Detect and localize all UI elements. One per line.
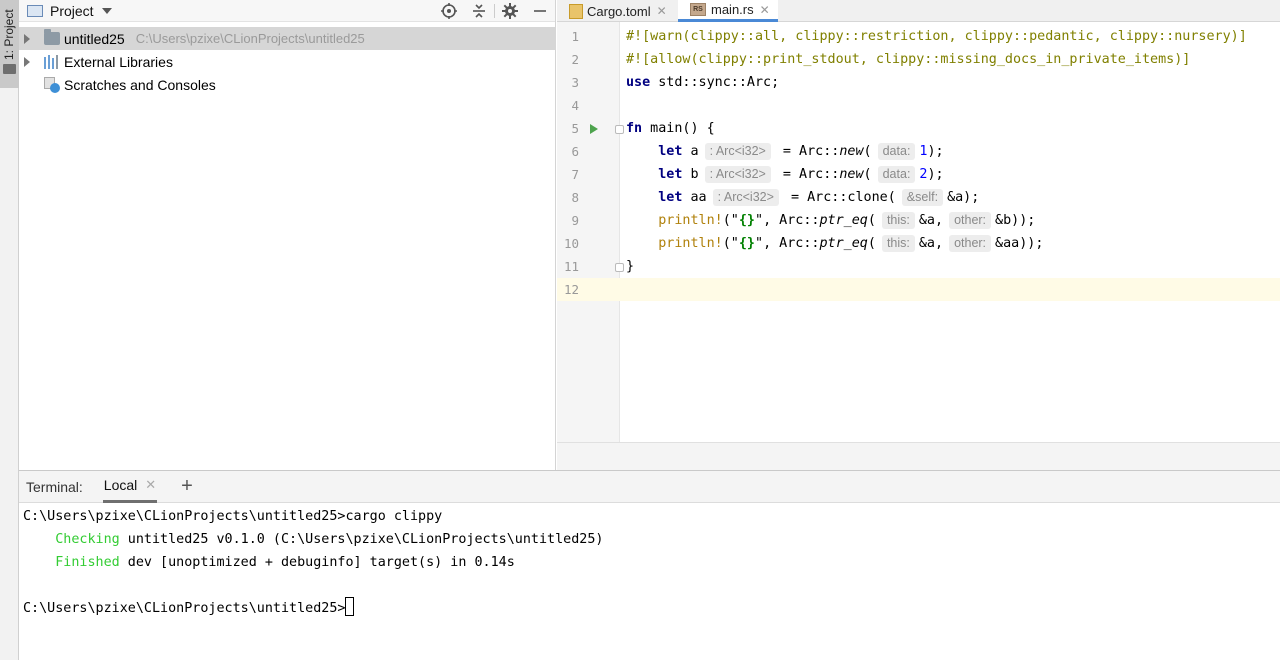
tab-label: Local [103, 477, 138, 493]
project-panel-toolbar [434, 0, 555, 22]
line-number: 12 [563, 282, 579, 297]
project-view-icon [27, 4, 43, 17]
terminal-panel: Terminal: Local ✕ + C:\Users\pzixe\CLion… [19, 470, 1280, 660]
param-hint: other: [949, 235, 992, 252]
line-number: 3 [571, 75, 579, 90]
line-number: 11 [563, 259, 579, 274]
line-number: 4 [571, 98, 579, 113]
project-panel-header: Project [19, 0, 555, 22]
toml-file-icon [569, 3, 583, 19]
tab-main-rs[interactable]: RS main.rs ✕ [678, 0, 778, 22]
project-tool-tab-label: 1: Project [2, 9, 16, 60]
editor-tab-bar: Cargo.toml ✕ RS main.rs ✕ [557, 0, 1280, 22]
code-line-3: use std::sync::Arc; [626, 75, 780, 90]
line-number: 2 [571, 52, 579, 67]
editor-breadcrumb-bar [557, 442, 1280, 470]
folder-icon [3, 64, 16, 74]
code-line-6: let a: Arc<i32> = Arc::new(data: 1); [658, 143, 944, 160]
project-tool-tab[interactable]: 1: Project [0, 0, 19, 88]
tree-item-scratches[interactable]: Scratches and Consoles [19, 73, 556, 96]
code-line-10: println!("{}", Arc::ptr_eq(this: &a, other… [658, 235, 1044, 252]
line-number: 10 [563, 236, 579, 251]
type-hint: : Arc<i32> [712, 189, 779, 206]
tree-item-label: Scratches and Consoles [64, 76, 216, 93]
expand-arrow-icon[interactable] [24, 33, 30, 44]
line-number: 7 [571, 167, 579, 182]
type-hint: : Arc<i32> [704, 143, 771, 160]
collapse-icon [473, 3, 485, 18]
code-line-8: let aa: Arc<i32> = Arc::clone(&self: &a); [658, 189, 980, 206]
scratches-icon [44, 76, 60, 93]
folder-icon [44, 29, 60, 45]
tree-item-label: External Libraries [64, 53, 173, 70]
line-number: 6 [571, 144, 579, 159]
code-line-7: let b: Arc<i32> = Arc::new(data: 2); [658, 166, 944, 183]
tree-item-untitled25[interactable]: untitled25 C:\Users\pzixe\CLionProjects\… [19, 27, 556, 50]
rust-file-icon: RS [690, 3, 706, 16]
code-line-11: } [626, 259, 635, 274]
param-hint: other: [949, 212, 992, 229]
terminal-output[interactable]: C:\Users\pzixe\CLionProjects\untitled25>… [23, 505, 603, 620]
crosshair-icon [441, 2, 457, 19]
code-line-12 [620, 278, 1280, 301]
library-icon [44, 54, 60, 69]
line-number: 8 [571, 190, 579, 205]
tree-item-label: untitled25 [64, 30, 125, 47]
code-line-2: #![allow(clippy::print_stdout, clippy::m… [626, 52, 1191, 67]
project-path: C:\Users\pzixe\CLionProjects\untitled25 [135, 31, 365, 46]
param-hint: data: [877, 143, 916, 160]
tab-label: Cargo.toml [587, 3, 651, 19]
settings-button[interactable] [495, 0, 525, 22]
terminal-line: Checking untitled25 v0.1.0 (C:\Users\pzi… [55, 532, 604, 547]
terminal-line: Finished dev [unoptimized + debuginfo] t… [55, 555, 515, 570]
param-hint: this: [881, 212, 915, 229]
line-number: 9 [571, 213, 579, 228]
close-icon[interactable]: ✕ [145, 477, 156, 493]
tab-cargo-toml[interactable]: Cargo.toml ✕ [557, 0, 675, 22]
param-hint: data: [877, 166, 916, 183]
line-number-gutter[interactable]: 1 2 3 4 5 6 7 8 9 10 11 12 [557, 22, 624, 442]
param-hint: this: [881, 235, 915, 252]
close-icon[interactable]: ✕ [657, 4, 667, 18]
terminal-prompt-line[interactable]: C:\Users\pzixe\CLionProjects\untitled25> [23, 597, 603, 620]
type-hint: : Arc<i32> [704, 166, 771, 183]
terminal-title: Terminal: [26, 478, 83, 495]
code-editor[interactable]: #![warn(clippy::all, clippy::restriction… [620, 22, 1280, 442]
tab-local[interactable]: Local ✕ [102, 471, 158, 503]
tree-item-external-libraries[interactable]: External Libraries [19, 50, 556, 73]
project-view-selector[interactable]: Project [50, 3, 94, 19]
editor-area: Cargo.toml ✕ RS main.rs ✕ 1 2 3 4 5 6 7 … [557, 0, 1280, 470]
code-line-9: println!("{}", Arc::ptr_eq(this: &a, other… [658, 212, 1036, 229]
hide-panel-button[interactable] [525, 0, 555, 22]
code-line-1: #![warn(clippy::all, clippy::restriction… [626, 29, 1247, 44]
run-icon[interactable] [590, 124, 598, 134]
close-icon[interactable]: ✕ [760, 3, 770, 17]
terminal-line: C:\Users\pzixe\CLionProjects\untitled25>… [23, 509, 443, 524]
line-number: 5 [571, 121, 579, 136]
project-panel: Project untitled25 C:\Users\pzixe\CLionP… [19, 0, 556, 470]
terminal-tab-bar: Terminal: Local ✕ + [19, 471, 1280, 503]
chevron-down-icon[interactable] [101, 7, 112, 14]
new-terminal-button[interactable]: + [181, 475, 193, 498]
gear-icon [502, 2, 518, 19]
code-line-5: fn main() { [626, 121, 715, 136]
terminal-cursor [345, 597, 355, 616]
tab-label: main.rs [711, 2, 754, 17]
left-tool-strip: 1: Project [0, 0, 19, 660]
param-hint: &self: [901, 189, 944, 206]
line-number: 1 [571, 29, 579, 44]
minimize-icon [534, 9, 546, 12]
ide-window: 1: Project Project untitled25 C:\Users\p… [0, 0, 1280, 660]
collapse-all-button[interactable] [464, 0, 494, 22]
expand-arrow-icon[interactable] [24, 56, 30, 67]
locate-file-button[interactable] [434, 0, 464, 22]
